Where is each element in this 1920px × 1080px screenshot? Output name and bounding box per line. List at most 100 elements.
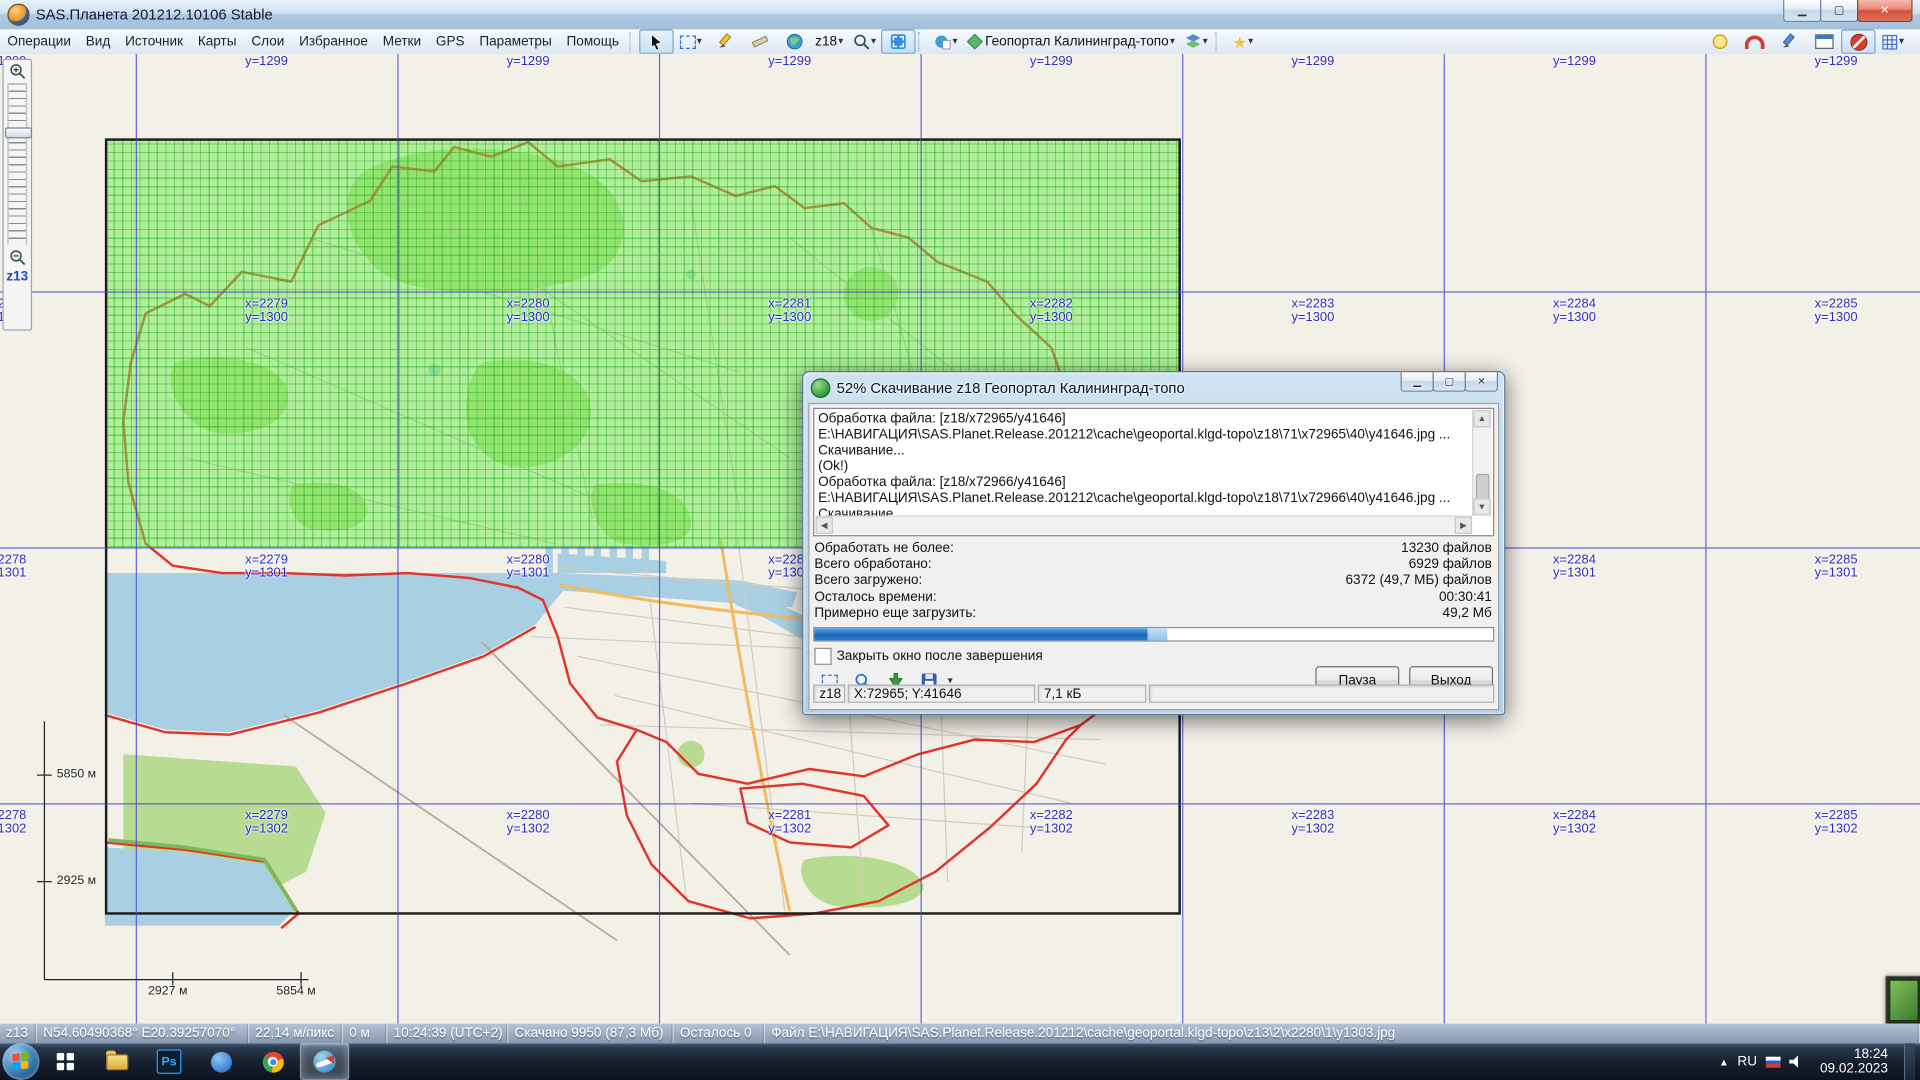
- measure-tool-button[interactable]: [708, 29, 743, 53]
- fullscreen-icon: [890, 33, 907, 50]
- flag-icon[interactable]: [1766, 1056, 1781, 1067]
- magnet-button[interactable]: [1737, 29, 1772, 53]
- dialog-maximize-button[interactable]: ▢: [1433, 372, 1466, 392]
- menu-item[interactable]: Помощь: [560, 32, 625, 52]
- dialog-status-empty: [1149, 684, 1495, 702]
- tile-label: x=2281 y=1299: [768, 54, 811, 69]
- title-bar[interactable]: SAS.Планета 201212.10106 Stable ▁ ▢ ✕: [0, 0, 1920, 31]
- scroll-left-icon[interactable]: ◀: [816, 517, 833, 534]
- cursor-icon: [647, 33, 664, 50]
- stat-label: Всего загружено:: [814, 574, 922, 590]
- language-indicator[interactable]: RU: [1737, 1054, 1757, 1069]
- close-after-finish-option[interactable]: Закрыть окно после завершения: [814, 648, 1042, 665]
- zoom-slider-handle[interactable]: [5, 127, 32, 138]
- tile-label: x=2284 y=1302: [1553, 809, 1596, 836]
- windows-flag-icon: [12, 1052, 29, 1071]
- zoom-level-dropdown[interactable]: z18 ▾: [811, 29, 846, 53]
- minimize-button[interactable]: ▁: [1783, 0, 1821, 22]
- stat-value: 6929 файлов: [1409, 557, 1492, 573]
- log-line: Обработка файла: [z18/x72965/y41646]: [818, 411, 1471, 427]
- toolbar-separator: [629, 32, 636, 52]
- scroll-up-icon[interactable]: ▲: [1473, 410, 1490, 427]
- show-desktop-button[interactable]: [1904, 1043, 1915, 1080]
- selection-rect-icon: [679, 35, 695, 48]
- taskbar-app-grid[interactable]: [41, 1043, 90, 1080]
- scale-rulers: [0, 54, 370, 1024]
- menu-item[interactable]: Источник: [119, 32, 189, 52]
- blue-app-icon: [210, 1051, 231, 1072]
- zoom-in-icon[interactable]: [9, 62, 26, 79]
- tile-grid-button[interactable]: ▾: [1876, 29, 1911, 53]
- map-source-label: Геопортал Калининград-топо: [985, 34, 1169, 49]
- log-horizontal-scrollbar[interactable]: ◀ ▶: [816, 516, 1472, 534]
- menu-bar: ОперацииВидИсточникКартыСлоиИзбранноеМет…: [0, 32, 626, 52]
- tray-clock[interactable]: 18:24 09.02.2023: [1813, 1047, 1896, 1076]
- tile-grid-icon: [1882, 34, 1898, 50]
- stat-value: 49,2 Мб: [1443, 606, 1492, 622]
- globe-button[interactable]: [777, 29, 812, 53]
- stat-row: Всего обработано:6929 файлов: [814, 557, 1491, 573]
- map-type-button[interactable]: ▾: [928, 29, 963, 53]
- menu-item[interactable]: Слои: [245, 32, 290, 52]
- dialog-close-button[interactable]: ✕: [1465, 372, 1498, 392]
- edit-path-button[interactable]: [1772, 29, 1807, 53]
- tile-label: x=2283 y=1302: [1291, 809, 1334, 836]
- suspend-downloads-button[interactable]: [1841, 29, 1876, 53]
- taskbar-blue-app[interactable]: [196, 1043, 245, 1080]
- tile-label: x=2283 y=1299: [1291, 54, 1334, 69]
- menu-item[interactable]: GPS: [430, 32, 471, 52]
- status-segment-7: Файл E:\НАВИГАЦИЯ\SAS.Planet.Release.201…: [765, 1024, 1920, 1044]
- close-button[interactable]: ✕: [1857, 0, 1913, 22]
- taskbar-chrome[interactable]: [248, 1043, 297, 1080]
- start-button[interactable]: [2, 1043, 39, 1080]
- zoom-slider[interactable]: [7, 83, 27, 245]
- menu-item[interactable]: Вид: [80, 32, 117, 52]
- scrollbar-thumb[interactable]: [1476, 474, 1490, 501]
- layers-button[interactable]: ▾: [1179, 29, 1214, 53]
- map-source-selector[interactable]: Геопортал Калининград-топо ▾: [963, 29, 1179, 53]
- grid-line: [1705, 54, 1706, 1024]
- clock-time: 18:24: [1854, 1047, 1888, 1062]
- ruler-label-h1: 2927 м: [148, 984, 187, 997]
- stat-value: 6372 (49,7 МБ) файлов: [1346, 574, 1492, 590]
- taskbar-photoshop[interactable]: Ps: [144, 1043, 193, 1080]
- download-log[interactable]: Обработка файла: [z18/x72965/y41646]E:\Н…: [813, 408, 1494, 537]
- dialog-title-bar[interactable]: 52% Скачивание z18 Геопортал Калининград…: [803, 372, 1504, 403]
- menu-item[interactable]: Параметры: [473, 32, 558, 52]
- dialog-status-zoom: z18: [813, 684, 845, 702]
- menu-item[interactable]: Карты: [192, 32, 243, 52]
- zoom-out-icon[interactable]: [9, 249, 26, 266]
- selection-tool-button[interactable]: ▾: [673, 29, 708, 53]
- ruler-tool-button[interactable]: [742, 29, 777, 53]
- volume-icon[interactable]: [1789, 1056, 1804, 1068]
- tile-label: x=2283 y=1300: [1291, 298, 1334, 325]
- checkbox[interactable]: [814, 648, 831, 665]
- layers-icon: [1184, 33, 1201, 50]
- menu-item[interactable]: Операции: [1, 32, 77, 52]
- log-vertical-scrollbar[interactable]: ▲ ▼: [1472, 410, 1492, 515]
- progress-bar: [813, 627, 1494, 642]
- status-segment-1: N54.60490368° E20.39257070°: [37, 1024, 249, 1044]
- taskbar-sas-planet[interactable]: [300, 1043, 349, 1080]
- maximize-button[interactable]: ▢: [1820, 0, 1858, 22]
- dialog-minimize-button[interactable]: ▁: [1401, 372, 1434, 392]
- panels-button[interactable]: [1806, 29, 1841, 53]
- ruler-label-v1: 5850 м: [57, 768, 96, 781]
- tile-label: x=2284 y=1299: [1553, 54, 1596, 69]
- favorites-button[interactable]: ★ ▾: [1225, 29, 1260, 53]
- grid-icon: [57, 1053, 74, 1070]
- zoom-level-value: z18: [815, 34, 837, 49]
- scroll-down-icon[interactable]: ▼: [1473, 498, 1490, 515]
- scroll-right-icon[interactable]: ▶: [1455, 517, 1472, 534]
- lamp-button[interactable]: [1703, 29, 1738, 53]
- stat-row: Примерно еще загрузить:49,2 Мб: [814, 606, 1491, 622]
- taskbar-explorer[interactable]: [93, 1043, 142, 1080]
- fullscreen-toggle-button[interactable]: [882, 29, 917, 53]
- menu-item[interactable]: Метки: [377, 32, 428, 52]
- menu-item[interactable]: Избранное: [293, 32, 374, 52]
- tray-expand-icon[interactable]: ▲: [1719, 1056, 1729, 1067]
- cursor-tool-button[interactable]: [639, 29, 674, 53]
- tile-label: x=2285 y=1301: [1815, 553, 1858, 580]
- stat-label: Осталось времени:: [814, 590, 936, 606]
- zoom-tool-button[interactable]: ▾: [847, 29, 882, 53]
